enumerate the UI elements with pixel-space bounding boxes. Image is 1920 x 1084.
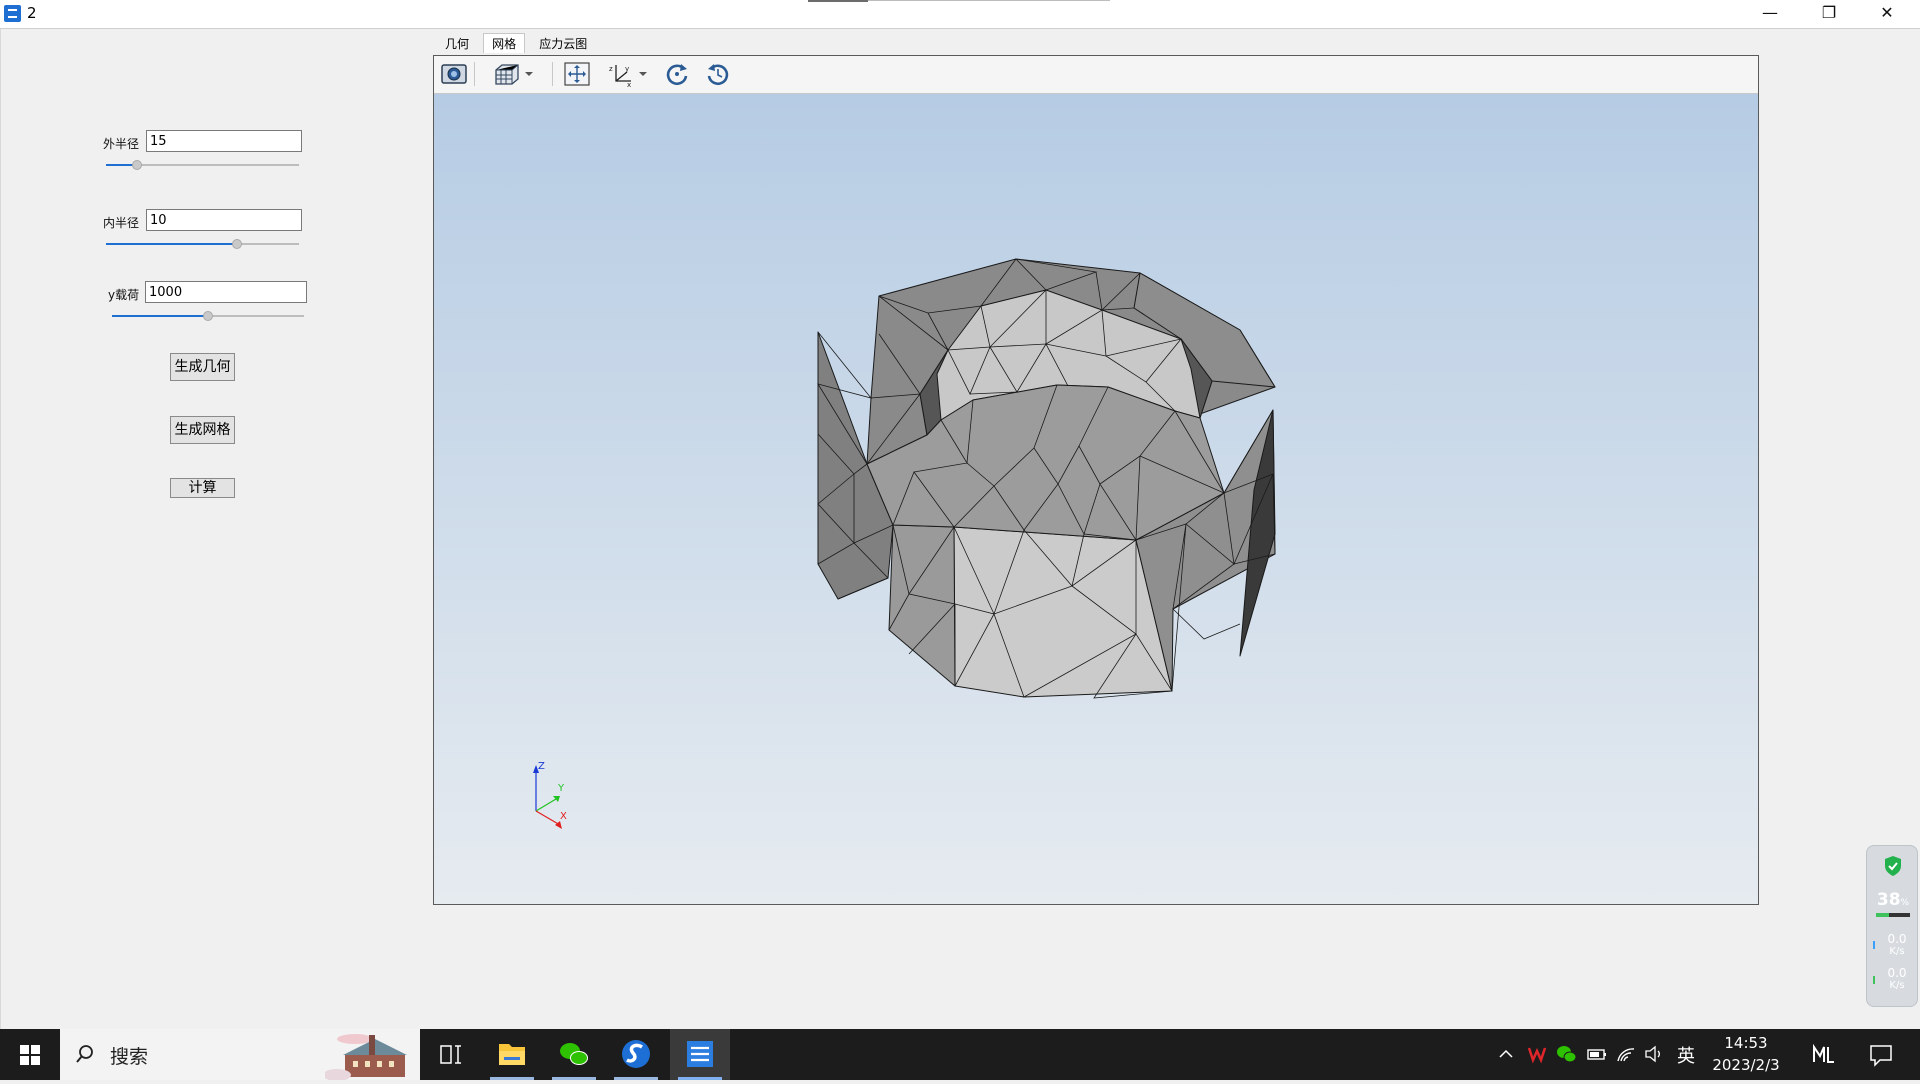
slider-thumb[interactable] <box>203 311 213 321</box>
inner-radius-slider[interactable] <box>106 238 299 250</box>
task-view-button[interactable] <box>420 1029 480 1080</box>
folder-icon <box>499 1044 525 1065</box>
outer-radius-slider[interactable] <box>106 159 299 171</box>
camera-icon[interactable] <box>439 61 469 87</box>
y-load-label: y载荷 <box>108 288 140 302</box>
tab-mesh[interactable]: 网格 <box>483 33 526 53</box>
system-monitor-widget[interactable]: 38% 0.0 K/s 0.0 K/s <box>1866 845 1918 1007</box>
chevron-up-icon[interactable] <box>1497 1045 1515 1063</box>
wechat-icon <box>560 1043 588 1065</box>
battery-icon[interactable] <box>1586 1045 1608 1063</box>
current-app-icon <box>687 1041 713 1067</box>
slider-thumb[interactable] <box>232 239 242 249</box>
axes-icon[interactable]: z y x <box>607 61 637 89</box>
app-icon <box>4 5 21 22</box>
svg-text:z: z <box>609 65 613 73</box>
memory-percent-value: 38 <box>1876 890 1901 910</box>
clock-time: 14:53 <box>1724 1034 1768 1052</box>
generate-geometry-button[interactable]: 生成几何 <box>170 353 235 381</box>
taskbar-wechat[interactable] <box>544 1029 604 1080</box>
wechat-tray-icon[interactable] <box>1555 1044 1577 1064</box>
axis-z-label: Z <box>538 761 545 772</box>
viewer-tabs: 几何 网格 应力云图 <box>436 33 596 53</box>
y-load-field[interactable]: 1000 <box>145 281 307 303</box>
search-highlight-illustration-icon <box>325 1031 420 1080</box>
restore-button[interactable]: ❐ <box>1806 0 1852 28</box>
taskbar-app-s[interactable] <box>606 1029 666 1080</box>
upload-arrow-icon <box>1873 941 1875 949</box>
taskbar-clock[interactable]: 14:53 2023/2/3 <box>1704 1032 1788 1076</box>
download-arrow-icon <box>1873 976 1875 984</box>
s-app-icon <box>622 1040 650 1068</box>
inner-radius-field[interactable]: 10 <box>146 209 302 231</box>
title-accent-line <box>868 0 1110 1</box>
y-load-slider[interactable] <box>112 310 304 322</box>
3d-viewport[interactable]: Z Y X <box>434 94 1758 904</box>
taskbar-search-box[interactable]: 搜索 <box>60 1029 420 1080</box>
svg-text:y: y <box>625 65 629 73</box>
taskbar: 搜索 英 14:53 2023/2/3 <box>0 1029 1920 1080</box>
meitu-tray-icon[interactable] <box>1811 1043 1837 1065</box>
memory-percent-unit: % <box>1900 898 1910 908</box>
cube-view-icon[interactable] <box>491 61 521 87</box>
title-bar: 2 — ❐ ✕ <box>0 0 1920 29</box>
download-unit: K/s <box>1889 980 1905 991</box>
volume-icon[interactable] <box>1643 1044 1665 1064</box>
shield-icon <box>1883 855 1903 877</box>
dropdown-arrow-icon[interactable] <box>636 61 650 87</box>
inner-radius-label: 内半径 <box>103 216 140 230</box>
ime-indicator[interactable]: 英 <box>1677 1042 1695 1068</box>
tab-geometry[interactable]: 几何 <box>436 33 478 54</box>
search-icon <box>76 1045 93 1063</box>
minimize-button[interactable]: — <box>1747 0 1793 28</box>
upload-speed: 0.0 <box>1887 932 1907 946</box>
windows-logo-icon <box>20 1045 40 1065</box>
task-view-icon <box>440 1045 461 1064</box>
start-button[interactable] <box>0 1029 60 1080</box>
generate-mesh-button[interactable]: 生成网格 <box>170 416 235 444</box>
axis-y-label: Y <box>557 783 565 794</box>
search-placeholder: 搜索 <box>110 1046 149 1068</box>
clock-date: 2023/2/3 <box>1712 1056 1780 1074</box>
taskbar-current-app[interactable] <box>670 1029 730 1080</box>
mesh-model <box>817 258 1276 699</box>
tab-stress-contour[interactable]: 应力云图 <box>530 33 596 54</box>
outer-radius-field[interactable]: 15 <box>146 130 302 152</box>
axis-triad: Z Y X <box>533 761 567 829</box>
notification-center-icon[interactable] <box>1868 1043 1894 1067</box>
download-speed: 0.0 <box>1887 966 1907 980</box>
taskbar-file-explorer[interactable] <box>482 1029 542 1080</box>
reset-view-icon[interactable] <box>703 61 733 87</box>
memory-bar <box>1876 913 1910 917</box>
wifi-icon[interactable] <box>1615 1044 1637 1064</box>
viewer-toolbar: z y x <box>434 56 1758 94</box>
slider-thumb[interactable] <box>132 160 142 170</box>
outer-radius-label: 外半径 <box>103 137 140 151</box>
rotate-icon[interactable] <box>662 61 692 87</box>
close-button[interactable]: ✕ <box>1864 0 1910 28</box>
dropdown-arrow-icon[interactable] <box>522 61 536 87</box>
compute-button[interactable]: 计算 <box>170 478 235 498</box>
viewer-panel: z y x Z Y X <box>433 55 1759 905</box>
svg-text:x: x <box>627 81 631 87</box>
axis-x-label: X <box>560 811 567 822</box>
fit-view-icon[interactable] <box>562 61 592 87</box>
wps-icon[interactable] <box>1527 1044 1547 1064</box>
upload-unit: K/s <box>1889 946 1905 957</box>
title-accent <box>808 0 868 2</box>
memory-percent: 38% <box>1867 890 1919 910</box>
window-title: 2 <box>27 4 37 22</box>
